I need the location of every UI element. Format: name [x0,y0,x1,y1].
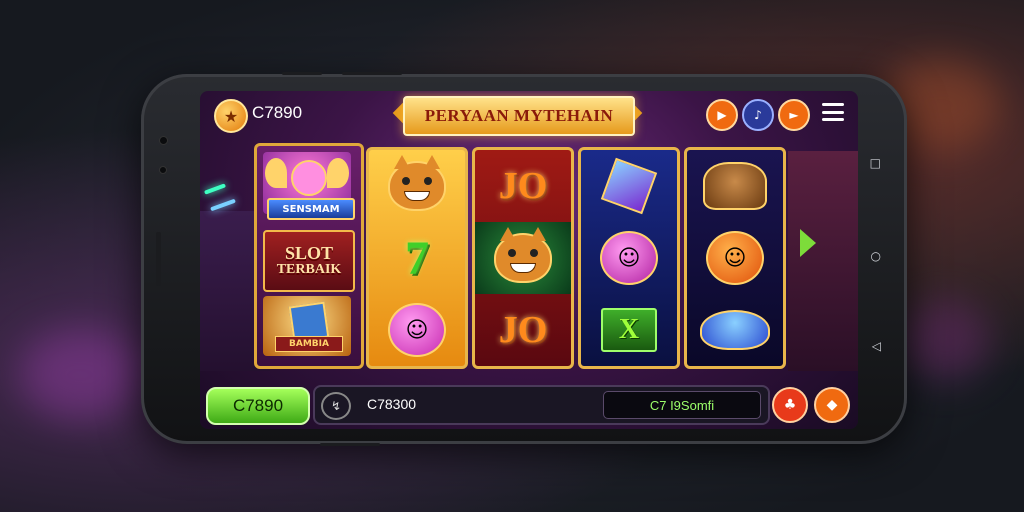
cash-icon: X [601,308,657,352]
reel-cell [369,150,465,222]
front-camera [159,136,168,145]
play-button[interactable]: ▶ [706,99,738,131]
reel-cell [475,222,571,294]
reel-2: JO JO [472,147,574,369]
spin-button[interactable]: C7890 [206,387,310,425]
bottom-button [320,443,380,446]
cat-icon [388,155,446,211]
clover-button[interactable]: ♣ [772,387,808,423]
background-light [20,330,140,420]
side-panel: SENSMAM SLOT TERBAIK BAMBIA [254,143,364,369]
game-title: PERYAAN MYTEHAIN [424,106,614,125]
reel-cell [687,150,783,222]
background-light [900,300,990,380]
reel-cell: ☺ [581,222,677,294]
cat-icon [494,227,552,283]
bet-value: C78300 [367,396,417,412]
orange-monster-icon: ☺ [706,231,764,285]
diamond-button[interactable]: ◆ [814,387,850,423]
win-display: C7 I9Somfi [603,391,761,419]
reel-4: ☺ [684,147,786,369]
forward-button[interactable]: ► [778,99,810,131]
next-arrow-icon[interactable] [800,229,816,257]
bet-adjust-icon[interactable]: ↯ [321,392,351,420]
mascot-label: SENSMAM [267,198,355,220]
reel-cell: JO [475,294,571,366]
terbaik-label: TERBAIK [276,262,342,278]
seven-symbol: 7 [405,231,429,285]
x-symbol: X [618,314,640,345]
nav-back-icon[interactable]: □ [870,156,881,170]
game-title-banner: PERYAAN MYTEHAIN [403,96,635,136]
power-button [342,72,402,75]
neon-light [203,183,227,195]
reel-cell: ☺ [369,294,465,366]
cat-mascot-icon [291,160,327,196]
nav-recent-icon[interactable]: ◁ [872,339,881,353]
wing-icon [327,158,349,188]
slot-terbaik-badge: SLOT TERBAIK [263,230,355,292]
volume-button [282,72,322,75]
reel-cell: JO [475,150,571,222]
balance-display: C7890 [252,103,303,122]
reel-cell: X [581,294,677,366]
ufo-icon [700,310,770,350]
jo-symbol: JO [498,309,548,351]
bet-bar: ↯ C78300 C7 I9Somfi [313,385,770,425]
nav-home-icon[interactable]: ○ [871,249,881,263]
background: { "top_bar": { "balance": "C7890", "titl… [0,0,1024,512]
bonus-badge[interactable]: BAMBIA [263,296,351,356]
sensor [159,166,167,174]
reel-cell: ☺ [687,222,783,294]
jo-symbol: JO [498,165,548,207]
sound-button[interactable]: ♪ [742,99,774,131]
wing-icon [265,158,287,188]
bonus-label: BAMBIA [275,336,343,352]
reel-cell [581,150,677,222]
pink-monster-icon: ☺ [600,231,658,285]
menu-icon[interactable] [822,103,844,121]
reel-cell [687,294,783,366]
speaker-slot [156,232,161,286]
platypus-icon [703,162,767,210]
star-coin-icon[interactable]: ★ [214,99,248,133]
neon-light [210,198,236,212]
game-screen: ★ C7890 PERYAAN MYTEHAIN ▶ ♪ ► SENSMAM S… [200,91,858,429]
pink-monster-icon: ☺ [388,303,446,357]
slot-label: SLOT [284,243,334,264]
reel-cell: 7 [369,222,465,294]
gem-icon [600,157,658,215]
stage-right [788,151,858,371]
reel-3: ☺ X [578,147,680,369]
reel-1: 7 ☺ [366,147,468,369]
